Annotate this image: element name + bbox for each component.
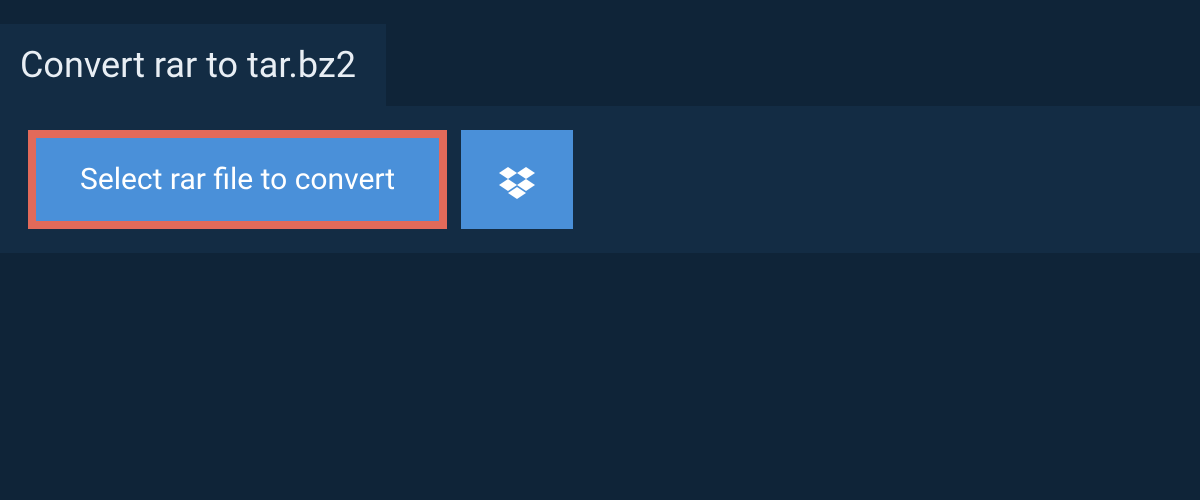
page-header: Convert rar to tar.bz2 <box>0 24 386 106</box>
convert-panel: Select rar file to convert <box>0 106 1200 253</box>
page-title: Convert rar to tar.bz2 <box>20 44 356 86</box>
select-file-label: Select rar file to convert <box>80 162 395 197</box>
dropbox-button[interactable] <box>461 130 573 229</box>
button-row: Select rar file to convert <box>28 130 1172 229</box>
select-file-button[interactable]: Select rar file to convert <box>28 130 447 229</box>
dropbox-icon <box>496 159 538 201</box>
